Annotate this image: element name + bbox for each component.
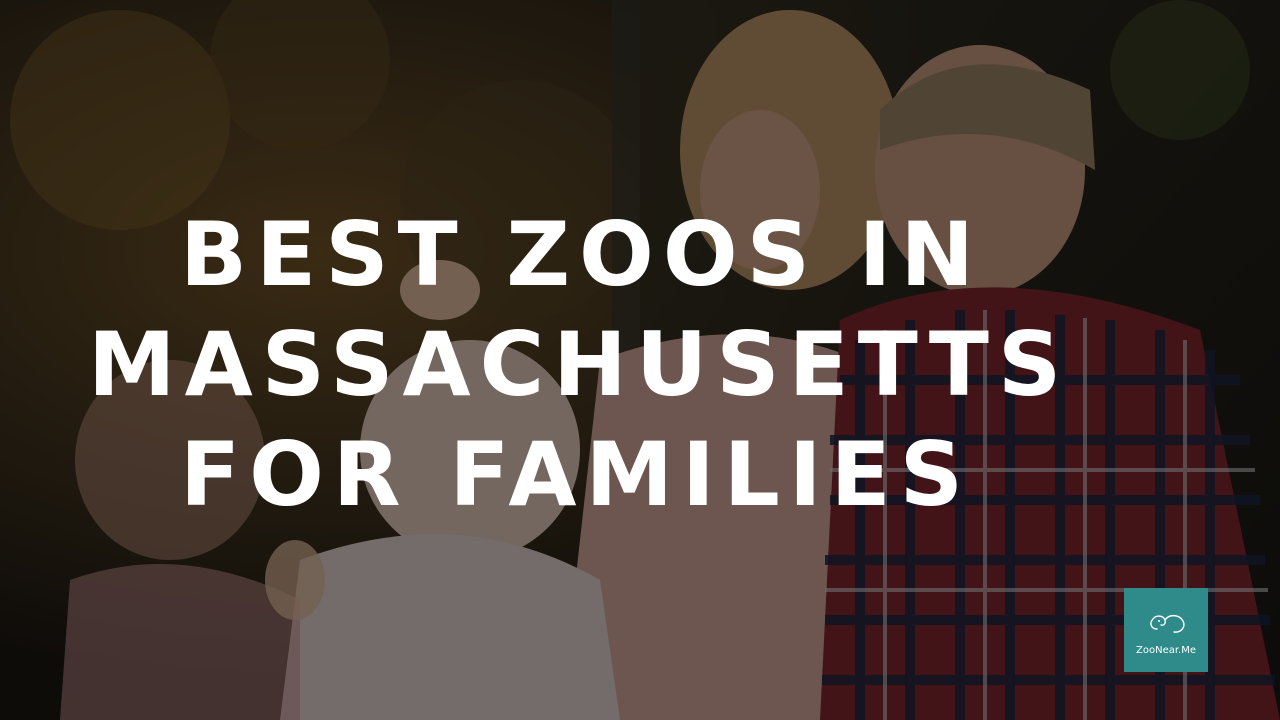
logo-text: ZooNear.Me	[1136, 644, 1196, 656]
headline-line-2: MASSACHUSETTS	[88, 313, 1071, 416]
headline-line-1: BEST ZOOS IN	[180, 203, 984, 306]
elephant-mark-icon	[1150, 614, 1185, 633]
headline-line-3: FOR FAMILIES	[180, 423, 973, 526]
zoonearme-logo: ZooNear.Me	[1124, 588, 1208, 672]
